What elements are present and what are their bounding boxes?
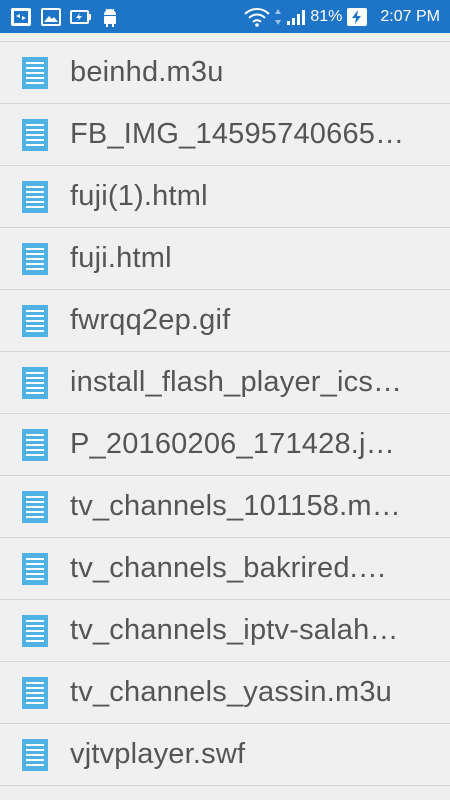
document-icon — [0, 490, 70, 524]
data-arrows-icon — [274, 8, 282, 26]
document-icon — [0, 428, 70, 462]
signal-icon — [286, 8, 306, 26]
status-bar: 81% 2:07 PM — [0, 0, 450, 33]
file-name: vjtvplayer.swf — [70, 738, 246, 770]
battery-percent: 81% — [310, 7, 343, 25]
notification-icons — [0, 7, 119, 27]
wifi-icon — [244, 7, 271, 27]
document-icon — [0, 366, 70, 400]
document-icon — [0, 180, 70, 214]
screenshot-icon — [10, 7, 32, 27]
battery-saver-icon — [70, 9, 92, 24]
file-name: FB_IMG_14595740665… — [70, 118, 405, 150]
document-icon — [0, 304, 70, 338]
list-item[interactable]: tv_channels_yassin.m3u — [0, 662, 450, 724]
list-item[interactable]: fuji.html — [0, 228, 450, 290]
list-item[interactable]: install_flash_player_ics… — [0, 352, 450, 414]
file-name: fuji(1).html — [70, 180, 208, 212]
file-name: tv_channels_yassin.m3u — [70, 676, 392, 708]
document-icon — [0, 242, 70, 276]
list-item[interactable]: fwrqq2ep.gif — [0, 290, 450, 352]
document-icon — [0, 118, 70, 152]
list-item[interactable]: tv_channels_bakrired.… — [0, 538, 450, 600]
list-top-divider — [0, 33, 450, 42]
list-item[interactable]: fuji(1).html — [0, 166, 450, 228]
list-item[interactable]: P_20160206_171428.j… — [0, 414, 450, 476]
document-icon — [0, 676, 70, 710]
system-status: 81% 2:07 PM — [244, 7, 450, 27]
battery-charging-icon — [346, 7, 368, 27]
list-item[interactable]: tv_channels_101158.m… — [0, 476, 450, 538]
list-item[interactable]: beinhd.m3u — [0, 42, 450, 104]
clock: 2:07 PM — [380, 7, 440, 25]
list-item[interactable]: tv_channels_iptv-salah… — [0, 600, 450, 662]
file-name: tv_channels_101158.m… — [70, 490, 401, 522]
file-name: P_20160206_171428.j… — [70, 428, 395, 460]
document-icon — [0, 738, 70, 772]
file-name: tv_channels_bakrired.… — [70, 552, 388, 584]
file-list[interactable]: beinhd.m3u FB_IMG_14595740665… fuji(1).htm… — [0, 33, 450, 800]
file-name: tv_channels_iptv-salah… — [70, 614, 399, 646]
file-name: beinhd.m3u — [70, 56, 224, 88]
android-icon — [101, 7, 119, 27]
image-icon — [41, 7, 61, 26]
file-name: fwrqq2ep.gif — [70, 304, 231, 336]
document-icon — [0, 56, 70, 90]
document-icon — [0, 552, 70, 586]
list-item[interactable]: vjtvplayer.swf — [0, 724, 450, 786]
file-name: install_flash_player_ics… — [70, 366, 403, 398]
file-name: fuji.html — [70, 242, 172, 274]
document-icon — [0, 614, 70, 648]
list-item[interactable]: FB_IMG_14595740665… — [0, 104, 450, 166]
